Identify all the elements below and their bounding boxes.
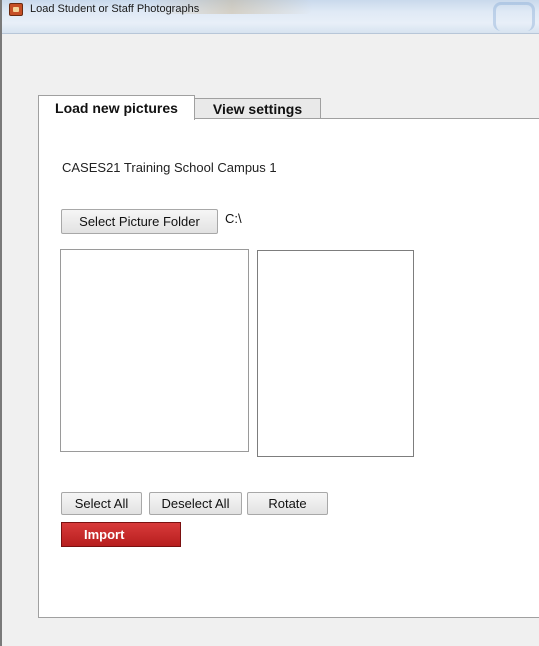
tab-view-settings[interactable]: View settings: [195, 98, 321, 119]
select-all-button[interactable]: Select All: [61, 492, 142, 515]
select-picture-folder-button[interactable]: Select Picture Folder: [61, 209, 218, 234]
tab-load-new-pictures[interactable]: Load new pictures: [38, 95, 195, 120]
folder-path: C:\: [225, 211, 242, 226]
window-title: Load Student or Staff Photographs: [30, 3, 200, 15]
import-button[interactable]: Import: [61, 522, 181, 547]
app-photo-icon: [9, 3, 23, 16]
deselect-all-button[interactable]: Deselect All: [149, 492, 242, 515]
title-bar[interactable]: Load Student or Staff Photographs: [2, 0, 539, 34]
title-bar-ghost-button: [493, 2, 535, 31]
picture-preview: [257, 250, 414, 457]
school-name: CASES21 Training School Campus 1: [62, 160, 277, 175]
picture-file-list[interactable]: [60, 249, 249, 452]
app-window: Load Student or Staff Photographs Load n…: [0, 0, 539, 646]
rotate-button[interactable]: Rotate: [247, 492, 328, 515]
